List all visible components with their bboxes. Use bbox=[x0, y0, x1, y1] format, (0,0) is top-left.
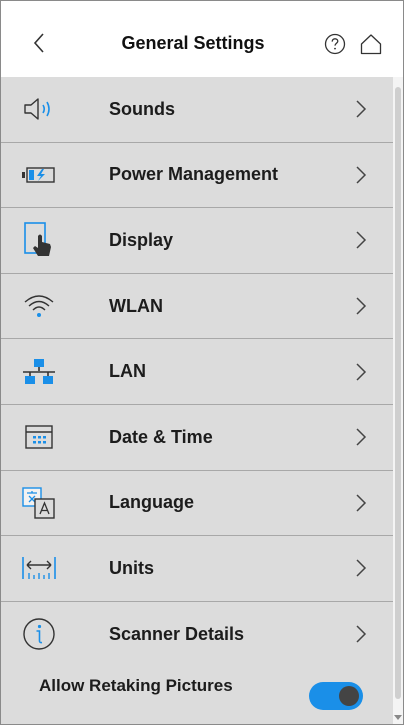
settings-item-label: Power Management bbox=[109, 164, 279, 185]
chevron-right-icon bbox=[355, 536, 369, 601]
chevron-right-icon bbox=[355, 405, 369, 470]
settings-screen: General Settings Sounds Power Management… bbox=[0, 0, 404, 725]
network-icon bbox=[19, 339, 59, 404]
settings-item-label: Units bbox=[109, 557, 154, 578]
speaker-icon bbox=[19, 77, 59, 142]
settings-item-scanner-details[interactable]: Scanner Details bbox=[1, 601, 393, 668]
chevron-right-icon bbox=[355, 143, 369, 208]
settings-item-label: Display bbox=[109, 229, 174, 250]
settings-item-label: Language bbox=[109, 492, 195, 513]
settings-item-date-time[interactable]: Date & Time bbox=[1, 404, 393, 471]
translate-icon bbox=[19, 471, 59, 536]
settings-item-display[interactable]: Display bbox=[1, 208, 393, 274]
chevron-right-icon bbox=[355, 208, 369, 273]
settings-item-label: LAN bbox=[109, 361, 146, 382]
settings-item-label: Date & Time bbox=[109, 426, 213, 447]
settings-item-language[interactable]: Language bbox=[1, 470, 393, 537]
toggle-knob bbox=[339, 686, 359, 706]
allow-retaking-row: Allow Retaking Pictures bbox=[1, 665, 393, 724]
home-button[interactable] bbox=[359, 32, 383, 56]
settings-item-power-management[interactable]: Power Management bbox=[1, 142, 393, 209]
home-icon bbox=[360, 34, 382, 55]
battery-icon bbox=[19, 143, 59, 208]
scrollbar-thumb[interactable] bbox=[395, 87, 401, 699]
scroll-down-arrow-icon[interactable] bbox=[394, 715, 402, 720]
info-icon bbox=[19, 602, 59, 667]
settings-item-label: Scanner Details bbox=[109, 623, 245, 644]
settings-item-label: Sounds bbox=[109, 98, 175, 119]
allow-retaking-label: Allow Retaking Pictures bbox=[39, 676, 233, 695]
ruler-icon bbox=[19, 536, 59, 601]
header-bar: General Settings bbox=[1, 1, 403, 77]
settings-item-lan[interactable]: LAN bbox=[1, 339, 393, 405]
chevron-right-icon bbox=[355, 471, 369, 536]
settings-item-sounds[interactable]: Sounds bbox=[1, 77, 393, 143]
settings-item-wlan[interactable]: WLAN bbox=[1, 273, 393, 340]
chevron-right-icon bbox=[355, 274, 369, 339]
settings-item-label: WLAN bbox=[109, 295, 163, 316]
scrollbar[interactable] bbox=[393, 77, 403, 724]
chevron-right-icon bbox=[355, 339, 369, 404]
allow-retaking-toggle[interactable] bbox=[309, 682, 363, 710]
chevron-right-icon bbox=[355, 602, 369, 667]
wifi-icon bbox=[19, 274, 59, 339]
settings-item-units[interactable]: Units bbox=[1, 536, 393, 602]
calendar-icon bbox=[19, 405, 59, 470]
help-button[interactable] bbox=[324, 33, 346, 55]
settings-list: Sounds Power Management Display WLAN LAN… bbox=[1, 77, 393, 668]
touch-display-icon bbox=[19, 208, 59, 273]
help-circle-icon bbox=[324, 33, 346, 55]
chevron-right-icon bbox=[355, 77, 369, 142]
